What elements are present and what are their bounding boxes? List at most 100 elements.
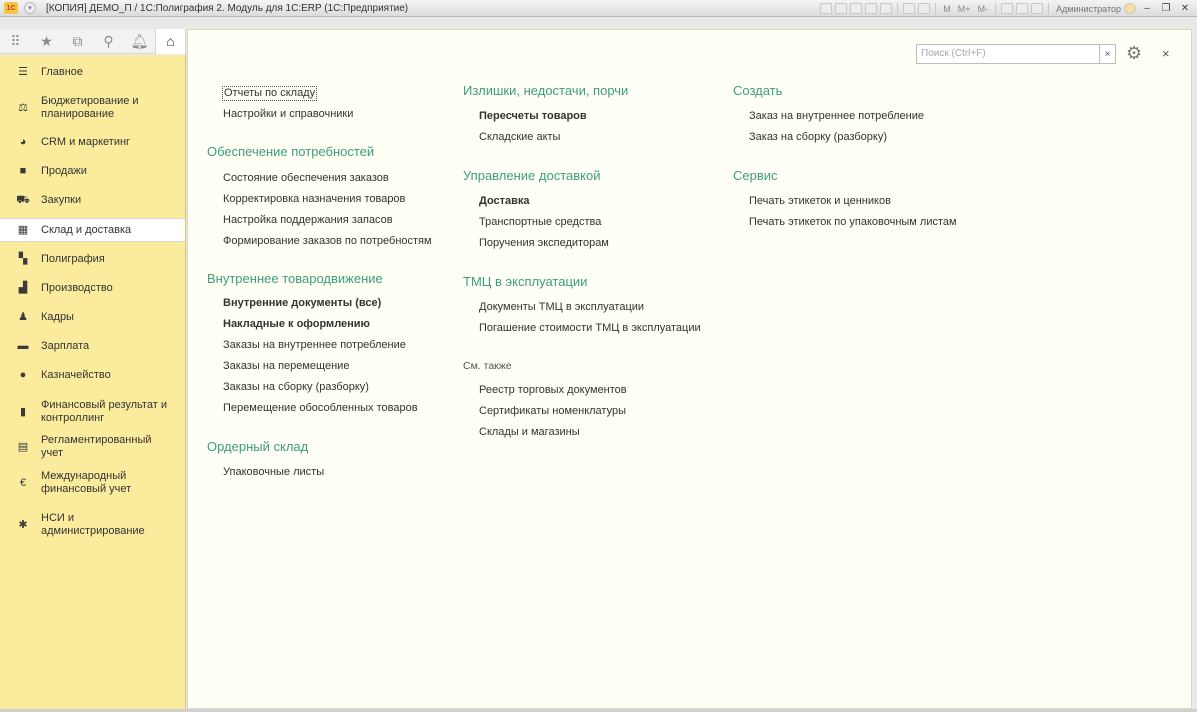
- section-title: Сервис: [733, 168, 778, 183]
- separator: [995, 2, 997, 15]
- preview-icon[interactable]: [850, 3, 863, 14]
- section-link[interactable]: Доставка: [479, 195, 530, 208]
- sidebar-item[interactable]: ☰ Главное: [0, 65, 185, 79]
- toolbar-strip: [0, 18, 186, 29]
- sidebar-item[interactable]: ⚖ Бюджетирование и планирование: [0, 94, 185, 122]
- sidebar-item[interactable]: ▤ Регламентированный учет: [0, 434, 185, 459]
- settings-gear-icon[interactable]: ⚙: [1126, 43, 1142, 64]
- bars-icon: ▮: [19, 405, 27, 418]
- close-window-button[interactable]: ✕: [1177, 3, 1193, 14]
- section-service: Сервис Печать этикеток и ценников Печать…: [733, 168, 957, 228]
- separator: [935, 2, 937, 15]
- see-also-section: См. также Реестр торговых документов Сер…: [463, 360, 627, 438]
- apps-icon[interactable]: ⠿: [0, 29, 31, 54]
- sidebar-item-label: Полиграфия: [41, 252, 105, 265]
- history-icon[interactable]: ⧉: [62, 29, 93, 54]
- star-icon[interactable]: ★: [31, 29, 62, 54]
- sidebar-item[interactable]: € Международный финансовый учет: [0, 469, 185, 497]
- sidebar-item[interactable]: ■ Продажи: [0, 164, 185, 178]
- sidebar-item[interactable]: ▟ Производство: [0, 281, 185, 295]
- section-link[interactable]: Складские акты: [479, 131, 560, 144]
- section-link[interactable]: Заказ на сборку (разборку): [749, 131, 887, 144]
- sidebar-item-label: Регламентированный учет: [41, 434, 152, 459]
- settings-link[interactable]: Настройки и справочники: [223, 108, 353, 121]
- section-link[interactable]: Настройка поддержания запасов: [223, 214, 393, 227]
- calendar-icon[interactable]: [903, 3, 916, 14]
- see-also-link[interactable]: Склады и магазины: [479, 426, 580, 439]
- sidebar-item[interactable]: ♟ Кадры: [0, 310, 185, 324]
- sidebar-item[interactable]: ◕ CRM и маркетинг: [0, 135, 185, 149]
- restore-button[interactable]: ❐: [1158, 3, 1174, 14]
- home-icon[interactable]: ⌂: [155, 28, 186, 54]
- sections-sidebar: ☰ Главное ⚖ Бюджетирование и планирование ◕ C…: [0, 55, 186, 710]
- see-also-title: См. также: [463, 360, 512, 372]
- user-name[interactable]: Администратор: [1056, 4, 1121, 14]
- sidebar-item[interactable]: ▬ Зарплата: [0, 339, 185, 353]
- minimize-button[interactable]: –: [1139, 3, 1155, 14]
- sidebar-item[interactable]: ⛟ Закупки: [0, 193, 185, 207]
- warehouse-reports-link[interactable]: Отчеты по складу: [222, 86, 318, 101]
- section-link[interactable]: Заказы на перемещение: [223, 360, 349, 373]
- info-icon[interactable]: [1124, 3, 1136, 14]
- section-link[interactable]: Погашение стоимости ТМЦ в эксплуатации: [479, 322, 701, 335]
- bell-icon[interactable]: 🔔︎: [124, 29, 155, 54]
- zoom-icon[interactable]: [1001, 3, 1014, 14]
- section-link[interactable]: Корректировка назначения товаров: [223, 193, 405, 206]
- section-link[interactable]: Перемещение обособленных товаров: [223, 402, 418, 415]
- sidebar-item-label: Казначейство: [41, 368, 111, 381]
- section-link[interactable]: Печать этикеток и ценников: [749, 195, 891, 208]
- sidebar-item[interactable]: ✱ НСИ и администрирование: [0, 511, 185, 539]
- section-link[interactable]: Поручения экспедиторам: [479, 237, 609, 250]
- calculator-tool-icon[interactable]: [1031, 3, 1044, 14]
- memory-button[interactable]: M: [941, 4, 953, 14]
- section-link[interactable]: Заказы на сборку (разборку): [223, 381, 369, 394]
- title-bar-tools: M M+ M- Администратор – ❐ ✕: [820, 0, 1193, 17]
- section-title: Создать: [733, 83, 783, 98]
- search-input[interactable]: Поиск (Ctrl+F): [916, 44, 1100, 64]
- section-link[interactable]: Формирование заказов по потребностям: [223, 235, 432, 248]
- main-menu-icon[interactable]: ▾: [24, 2, 36, 14]
- see-also-link[interactable]: Реестр торговых документов: [479, 384, 627, 397]
- app-logo-icon[interactable]: 1С: [4, 2, 18, 14]
- search-icon[interactable]: ⚲: [93, 29, 124, 54]
- sidebar-item[interactable]: ▮ Финансовый результат и контроллинг: [0, 398, 185, 426]
- content-panel: Поиск (Ctrl+F) × ⚙ × Отчеты по складу На…: [187, 29, 1192, 709]
- cart-icon: ⛟: [16, 193, 30, 206]
- sidebar-item-label: Международный финансовый учет: [41, 470, 132, 495]
- print-icon[interactable]: [835, 3, 848, 14]
- separator: [897, 2, 899, 15]
- section-link[interactable]: Заказы на внутреннее потребление: [223, 339, 406, 352]
- sidebar-item[interactable]: ● Казначейство: [0, 368, 185, 382]
- table-icon[interactable]: [918, 3, 931, 14]
- pie-icon: ◕: [19, 135, 27, 148]
- section-link[interactable]: Транспортные средства: [479, 216, 601, 229]
- warehouse-icon: ▦: [17, 223, 29, 236]
- section-link[interactable]: Документы ТМЦ в эксплуатации: [479, 301, 644, 314]
- search-clear-button[interactable]: ×: [1100, 44, 1116, 64]
- attach-icon[interactable]: [865, 3, 878, 14]
- close-icon[interactable]: ×: [1162, 46, 1170, 61]
- section-link[interactable]: Пересчеты товаров: [479, 110, 587, 123]
- sidebar-item-label: Производство: [41, 281, 113, 294]
- window-title: [КОПИЯ] ДЕМО_П / 1С:Полиграфия 2. Модуль…: [46, 2, 409, 14]
- sidebar-item-label: Главное: [41, 65, 84, 78]
- sidebar-item[interactable]: ▦ Склад и доставка: [0, 218, 185, 242]
- section-title: ТМЦ в эксплуатации: [463, 274, 588, 289]
- copy-icon[interactable]: [1016, 3, 1029, 14]
- section-link[interactable]: Накладные к оформлению: [223, 318, 370, 331]
- memory-plus-button[interactable]: M+: [956, 4, 973, 14]
- gear-icon: ✱: [18, 518, 28, 531]
- section-internal-movement: Внутреннее товародвижение Внутренние док…: [207, 271, 418, 414]
- save-icon[interactable]: [820, 3, 833, 14]
- section-link[interactable]: Печать этикеток по упаковочным листам: [749, 216, 957, 229]
- section-title: Ордерный склад: [207, 439, 309, 454]
- see-also-link[interactable]: Сертификаты номенклатуры: [479, 405, 626, 418]
- section-link[interactable]: Упаковочные листы: [223, 466, 324, 479]
- sidebar-item-label: Закупки: [41, 193, 82, 206]
- link-icon[interactable]: [880, 3, 893, 14]
- memory-minus-button[interactable]: M-: [976, 4, 991, 14]
- section-link[interactable]: Внутренние документы (все): [223, 297, 381, 310]
- sidebar-item[interactable]: ▚ Полиграфия: [0, 252, 185, 266]
- section-link[interactable]: Состояние обеспечения заказов: [223, 172, 389, 185]
- section-link[interactable]: Заказ на внутреннее потребление: [749, 110, 924, 123]
